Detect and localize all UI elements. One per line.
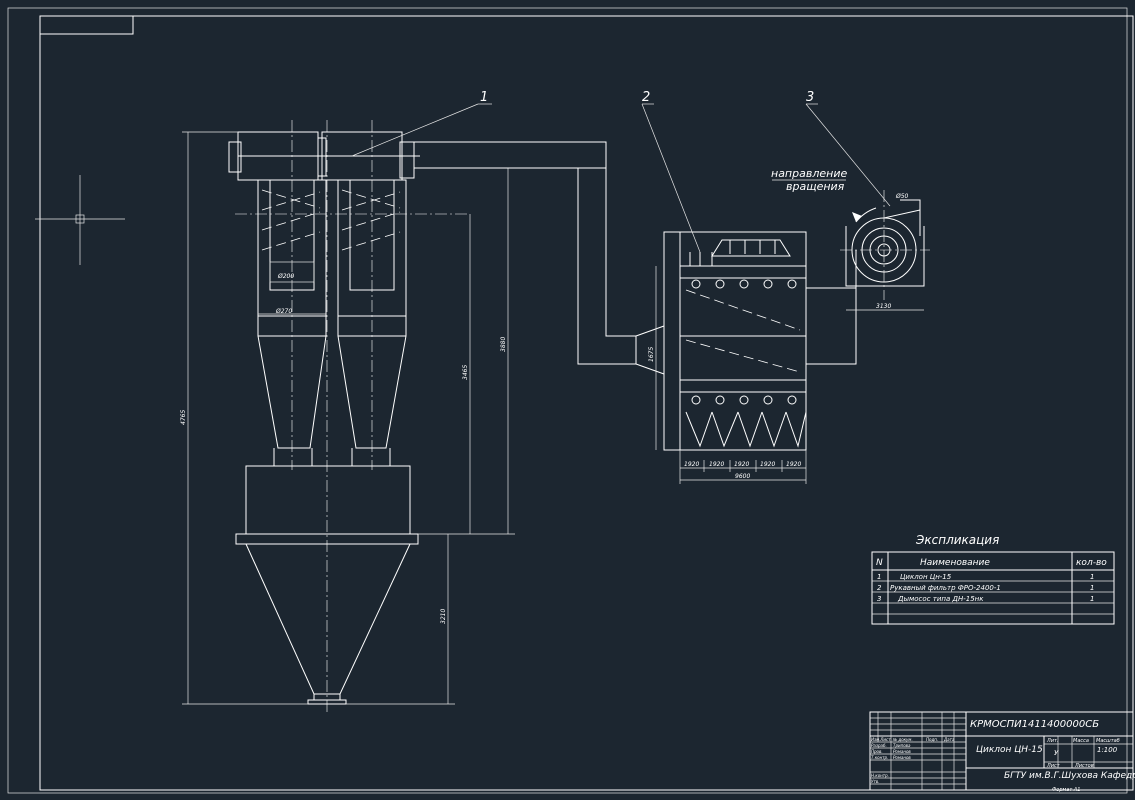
explication-row-3-name: Дымосос типа ДН-15нк xyxy=(897,595,984,603)
dim-outer-diameter: Ø270 xyxy=(275,308,292,315)
title-role-4: Т.контр. xyxy=(871,755,888,760)
explication-row-2-qty: 1 xyxy=(1090,584,1094,592)
callout-3: 3 xyxy=(806,90,814,105)
title-mass-header: Масса xyxy=(1073,738,1089,744)
rotation-note-line2: вращения xyxy=(786,180,845,193)
dim-filter-pitch-2: 1920 xyxy=(709,461,724,468)
title-role-2: Разраб. xyxy=(871,743,887,748)
dim-filter-width: 9600 xyxy=(735,473,750,480)
dim-filter-height: 1675 xyxy=(648,347,655,362)
explication-row-1-qty: 1 xyxy=(1090,573,1094,581)
explication-header-name: Наименование xyxy=(920,558,990,568)
explication-row-1-name: Циклон Цн-15 xyxy=(900,573,952,581)
title-stage-header: Лит. xyxy=(1046,738,1059,744)
dim-inlet-height: 3465 xyxy=(462,365,469,380)
explication-row-2-name: Рукавный фильтр ФРО-2400-1 xyxy=(890,584,1001,592)
dim-filter-pitch-4: 1920 xyxy=(760,461,775,468)
title-sheet-label: Лист xyxy=(1046,763,1061,769)
title-scale-value: 1:100 xyxy=(1097,746,1118,754)
explication-header-qty: кол-во xyxy=(1076,558,1107,568)
title-drawing-name: Циклон ЦН-15 xyxy=(976,745,1043,755)
title-name-2: Трипова xyxy=(893,743,911,748)
explication-row-1-n: 1 xyxy=(877,573,881,581)
rotation-note-line1: направление xyxy=(771,167,847,180)
callout-1: 1 xyxy=(480,90,488,105)
title-role-5: Н.контр. xyxy=(871,773,889,778)
explication-row-3-qty: 1 xyxy=(1090,595,1094,603)
title-role-6: Утв. xyxy=(871,779,879,784)
title-sheets-label: Листов xyxy=(1074,763,1094,769)
dim-fan-diameter: Ø50 xyxy=(895,193,909,200)
explication-header-n: N xyxy=(876,558,883,568)
title-name-4: Романов xyxy=(893,755,911,760)
dim-total-height: 4765 xyxy=(180,410,187,425)
explication-title: Экспликация xyxy=(915,533,999,547)
drawing-canvas: 1 2 3 направление вращения Ø200 Ø270 476… xyxy=(0,0,1135,800)
title-scale-header: Масштаб xyxy=(1096,738,1120,744)
title-name-1: № докум. xyxy=(892,737,913,742)
title-stage-value: У xyxy=(1054,749,1059,757)
title-role-1: Изм.Лист xyxy=(871,737,891,742)
dim-filter-pitch-1: 1920 xyxy=(684,461,699,468)
title-name-3: Романов xyxy=(893,749,911,754)
dim-inner-diameter: Ø200 xyxy=(277,273,294,280)
dim-mid-height: 3880 xyxy=(500,337,507,352)
dim-hopper-height: 3210 xyxy=(440,609,447,624)
title-organization: БГТУ им.В.Г.Шухова Кафедра МОСП xyxy=(1004,771,1135,781)
dim-filter-pitch-5: 1920 xyxy=(786,461,801,468)
callout-2: 2 xyxy=(642,90,650,105)
title-role-3: Пров. xyxy=(871,749,883,754)
title-date-header: Дата xyxy=(943,737,955,742)
title-doc-code: КРМОСПИ1411400000СБ xyxy=(970,719,1099,730)
explication-row-2-n: 2 xyxy=(877,584,882,592)
title-format: Формат А1 xyxy=(1052,787,1080,793)
explication-row-3-n: 3 xyxy=(877,595,881,603)
title-sign-header: Подп. xyxy=(926,737,938,742)
dim-fan-width: 3130 xyxy=(876,303,891,310)
dim-filter-pitch-3: 1920 xyxy=(734,461,749,468)
